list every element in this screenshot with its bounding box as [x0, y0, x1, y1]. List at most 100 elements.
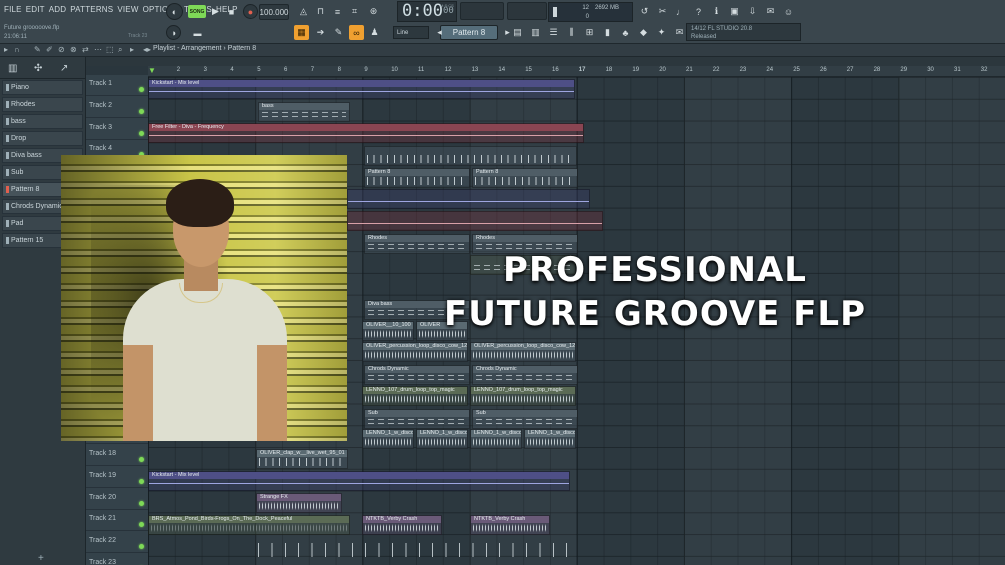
- playlist-menu-arrow-icon[interactable]: ▸: [4, 45, 8, 54]
- online-icon[interactable]: ☺: [781, 4, 796, 19]
- pattern-clip[interactable]: Pattern 8: [364, 168, 470, 188]
- menu-edit[interactable]: EDIT: [26, 5, 45, 14]
- track-header[interactable]: Track 1: [86, 75, 148, 96]
- automation-clip[interactable]: [347, 211, 603, 231]
- pitch-slider[interactable]: ▬: [190, 26, 205, 41]
- mixer-icon[interactable]: ⫼: [564, 25, 579, 40]
- playlist-icon[interactable]: ▤: [510, 25, 525, 40]
- countdown-icon[interactable]: ≡: [330, 4, 345, 19]
- audio-clip[interactable]: LENNO_1_w_disco: [524, 429, 576, 449]
- track-mute-led-icon[interactable]: [139, 108, 144, 114]
- playlist-view-icon[interactable]: ▦: [294, 25, 309, 40]
- stop-icon[interactable]: ■: [224, 4, 239, 19]
- draw-icon[interactable]: ✎: [34, 45, 41, 54]
- pattern-selector[interactable]: Pattern 8: [440, 25, 498, 40]
- plugin-icon[interactable]: ♣: [618, 25, 633, 40]
- audio-clip[interactable]: BRS_Atmos_Pond_Birds-Frogs_On_The_Dock_P…: [148, 515, 350, 535]
- tempo-display[interactable]: 100.000: [259, 4, 289, 20]
- step-edit-icon[interactable]: ⌗: [347, 4, 362, 19]
- track-header[interactable]: Track 22: [86, 532, 148, 554]
- mute-icon[interactable]: ⊗: [70, 45, 77, 54]
- mic-icon[interactable]: ♩: [673, 4, 688, 19]
- fl-news-panel[interactable]: 14/12 FL STUDIO 20.8 Released: [686, 23, 801, 41]
- song-mode-toggle[interactable]: SONG: [188, 5, 206, 18]
- audio-clip[interactable]: LENNO_1_w_disco: [416, 429, 468, 449]
- beat-clip[interactable]: [256, 539, 576, 559]
- help-icon[interactable]: ?: [691, 4, 706, 19]
- cut-icon[interactable]: ✂: [655, 4, 670, 19]
- track-mute-led-icon[interactable]: [139, 87, 144, 92]
- track-mute-led-icon[interactable]: [139, 130, 144, 136]
- pattern-clip[interactable]: Chrods Dynamic: [472, 365, 578, 385]
- audio-clip[interactable]: LENNO_107_drum_loop_top_magic: [470, 386, 576, 406]
- stamp-tool-icon[interactable]: ♟: [367, 25, 382, 40]
- automation-clip[interactable]: Kickstart - Mix level: [148, 79, 575, 99]
- automation-icon[interactable]: ↗: [60, 63, 68, 74]
- audio-clip[interactable]: NTKTB_Verby Crash: [362, 515, 442, 535]
- automation-clip[interactable]: [347, 189, 590, 209]
- tempo-tapper-icon[interactable]: ✦: [654, 25, 669, 40]
- piano-icon[interactable]: ▥: [8, 63, 17, 74]
- audio-clip[interactable]: NTKTB_Verby Crash: [470, 515, 550, 535]
- track-mute-led-icon[interactable]: [139, 457, 144, 463]
- audio-clip[interactable]: OLIVER__10_100: [362, 321, 414, 341]
- menu-view[interactable]: VIEW: [117, 5, 138, 14]
- pattern-clip[interactable]: Pattern 8: [472, 168, 578, 188]
- touch-controller-icon[interactable]: ◆: [636, 25, 651, 40]
- pattern-item[interactable]: Piano: [2, 80, 83, 95]
- support-icon[interactable]: ✉: [672, 25, 687, 40]
- info-icon[interactable]: ℹ: [709, 4, 724, 19]
- metronome-icon[interactable]: ◬: [296, 4, 311, 19]
- audio-clip[interactable]: LENNO_107_drum_loop_top_magic: [362, 386, 468, 406]
- pattern-clip[interactable]: Sub: [472, 409, 578, 429]
- audio-icon[interactable]: ✣: [34, 63, 42, 74]
- automation-clip[interactable]: Free Filter - Diva - Frequency: [148, 123, 584, 143]
- audio-clip[interactable]: LENNO_1_w_disco: [362, 429, 414, 449]
- pencil-tool-icon[interactable]: ✎: [331, 25, 346, 40]
- timeline-ruler[interactable]: 2 3 4 5 6 7 8 9 10 11 12 13 14 15 16 17 18 19 20 21 22 23 24 25…: [148, 66, 1005, 77]
- slip-icon[interactable]: ⇄: [82, 45, 89, 54]
- pattern-item[interactable]: Drop: [2, 131, 83, 146]
- track-mute-led-icon[interactable]: [139, 522, 144, 528]
- playback-icon[interactable]: ▸: [130, 45, 134, 54]
- track-header[interactable]: Track 2: [86, 97, 148, 118]
- automation-clip[interactable]: Kickstart - Mix level: [148, 471, 570, 491]
- track-mute-led-icon[interactable]: [139, 478, 144, 484]
- playhead-marker-icon[interactable]: ▼: [148, 66, 156, 75]
- audio-clip[interactable]: Strange FX: [256, 493, 342, 513]
- add-pattern-icon[interactable]: +: [38, 553, 44, 564]
- record-icon[interactable]: ●: [243, 4, 258, 19]
- track-header[interactable]: Track 23: [86, 554, 148, 565]
- audio-clip[interactable]: LENNO_1_w_disco: [470, 429, 522, 449]
- snap-select[interactable]: Line: [393, 26, 429, 39]
- zoom-icon[interactable]: ⌕: [118, 45, 122, 55]
- browser-icon[interactable]: ▮: [600, 25, 615, 40]
- menu-file[interactable]: FILE: [4, 5, 22, 14]
- delete-icon[interactable]: ⊘: [58, 45, 65, 54]
- plugin-picker-icon[interactable]: ⊞: [582, 25, 597, 40]
- track-header[interactable]: Track 19: [86, 467, 148, 488]
- track-header[interactable]: Track 3: [86, 119, 148, 140]
- loop-record-icon[interactable]: ⊛: [366, 4, 381, 19]
- piano-roll-icon[interactable]: ▥: [528, 25, 543, 40]
- select-icon[interactable]: ⬚: [106, 45, 114, 54]
- pattern-clip[interactable]: Chrods Dynamic: [364, 365, 470, 385]
- pattern-item[interactable]: Rhodes: [2, 97, 83, 112]
- magnet-icon[interactable]: ∩: [14, 45, 20, 54]
- arrow-tool-icon[interactable]: ➔: [313, 25, 328, 40]
- arrangement-arrow-icon[interactable]: ◂▸: [143, 45, 151, 54]
- wait-input-icon[interactable]: ⊓: [313, 4, 328, 19]
- link-tool-icon[interactable]: ∞: [349, 25, 364, 40]
- pattern-clip[interactable]: [364, 146, 577, 166]
- slice-icon[interactable]: ⋯: [94, 45, 102, 54]
- track-mute-led-icon[interactable]: [139, 500, 144, 506]
- track-header[interactable]: Track 21: [86, 510, 148, 532]
- play-icon[interactable]: ▶: [208, 4, 223, 19]
- audio-clip[interactable]: OLIVER_percussion_loop_disco_cow_120: [470, 342, 576, 362]
- audio-clip[interactable]: OLIVER_clap_w__live_wet_95_01: [256, 449, 348, 469]
- save-icon[interactable]: ▣: [727, 4, 742, 19]
- paint-icon[interactable]: ✐: [46, 45, 53, 54]
- pattern-prev-icon[interactable]: ◂: [432, 25, 447, 40]
- master-pitch-knob[interactable]: ◑: [166, 25, 181, 40]
- pattern-clip[interactable]: Sub: [364, 409, 470, 429]
